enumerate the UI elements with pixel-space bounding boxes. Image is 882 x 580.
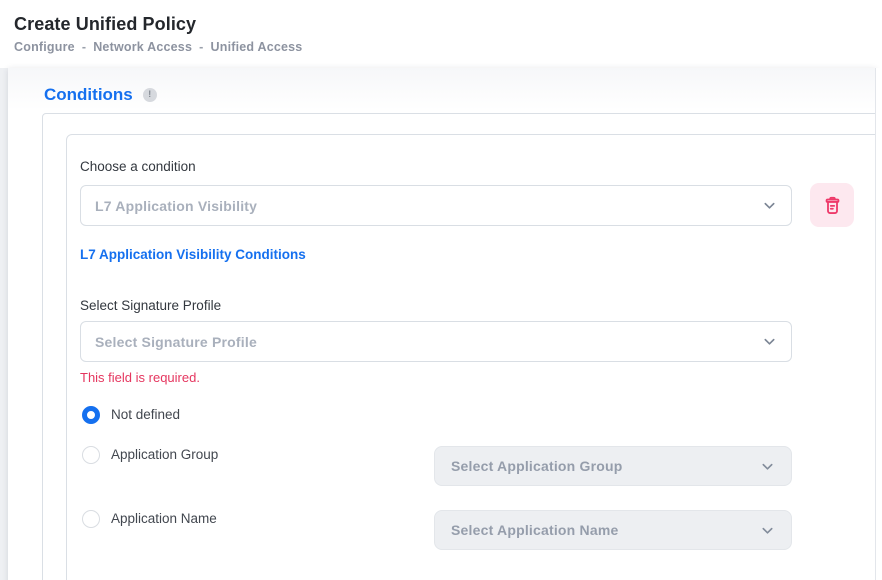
breadcrumb-item-configure[interactable]: Configure [14, 40, 75, 54]
breadcrumb-separator: - [199, 40, 203, 54]
signature-profile-label: Select Signature Profile [80, 298, 882, 313]
condition-type-select-value: L7 Application Visibility [95, 198, 257, 214]
radio-label[interactable]: Not defined [111, 406, 180, 424]
radio-label[interactable]: Application Name [111, 510, 217, 528]
chevron-down-icon [760, 459, 775, 474]
radio-application-group[interactable]: Application Group [82, 446, 218, 464]
condition-card: Choose a condition L7 Application Visibi… [66, 134, 882, 580]
signature-profile-select[interactable]: Select Signature Profile [80, 321, 792, 362]
page-title: Create Unified Policy [14, 14, 196, 35]
chevron-down-icon [760, 523, 775, 538]
radio-row-application-group: Application Group Select Application Gro… [80, 446, 792, 486]
radio-button-icon[interactable] [82, 446, 100, 464]
radio-label[interactable]: Application Group [111, 446, 218, 464]
breadcrumb-item-network-access[interactable]: Network Access [93, 40, 192, 54]
subsection-title: L7 Application Visibility Conditions [80, 247, 882, 262]
conditions-section-title: Conditions [44, 85, 133, 105]
application-name-placeholder: Select Application Name [451, 522, 618, 538]
required-field-error: This field is required. [80, 370, 882, 385]
radio-row-not-defined: Not defined [80, 406, 792, 424]
application-name-select[interactable]: Select Application Name [434, 510, 792, 550]
application-group-select[interactable]: Select Application Group [434, 446, 792, 486]
trash-icon [821, 194, 844, 217]
info-icon[interactable]: ! [143, 88, 157, 102]
page-body: Conditions ! Choose a condition L7 Appli… [0, 68, 882, 580]
delete-condition-button[interactable] [810, 183, 854, 227]
condition-type-select[interactable]: L7 Application Visibility [80, 185, 792, 226]
radio-button-icon[interactable] [82, 510, 100, 528]
radio-not-defined[interactable]: Not defined [82, 406, 180, 424]
radio-button-icon[interactable] [82, 406, 100, 424]
chevron-down-icon [762, 334, 777, 349]
condition-row: L7 Application Visibility [80, 185, 882, 227]
radio-application-name[interactable]: Application Name [82, 510, 217, 528]
breadcrumb: Configure - Network Access - Unified Acc… [14, 40, 302, 54]
signature-profile-placeholder: Select Signature Profile [95, 334, 257, 350]
chevron-down-icon [762, 198, 777, 213]
content-panel: Conditions ! Choose a condition L7 Appli… [8, 68, 876, 580]
conditions-section-header: Conditions ! [44, 85, 157, 105]
application-group-placeholder: Select Application Group [451, 458, 623, 474]
breadcrumb-separator: - [82, 40, 86, 54]
conditions-container: Choose a condition L7 Application Visibi… [42, 113, 882, 580]
page-header: Create Unified Policy Configure - Networ… [0, 0, 882, 68]
scrollbar-gutter [875, 68, 882, 580]
choose-condition-label: Choose a condition [80, 159, 882, 174]
radio-row-application-name: Application Name Select Application Name [80, 510, 792, 550]
breadcrumb-item-unified-access[interactable]: Unified Access [211, 40, 303, 54]
